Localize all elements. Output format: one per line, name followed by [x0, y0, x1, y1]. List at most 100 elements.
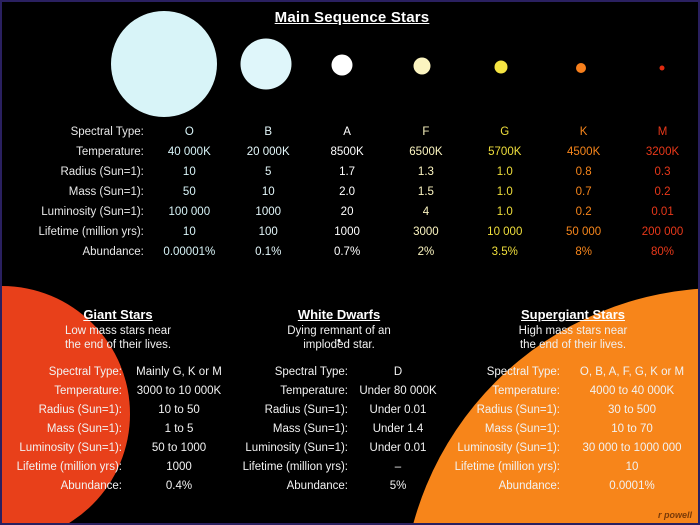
table-row: Abundance: 0.0001% [446, 477, 698, 496]
row-value: 0.4% [165, 480, 193, 492]
row-label: Spectral Type: [48, 366, 122, 378]
table-row: Lifetime (million yrs): 10 [446, 458, 698, 477]
panel-table-supergiant: Spectral Type: O, B, A, F, G, K or M Tempe… [446, 363, 698, 496]
cell-m: 0.2 [654, 186, 671, 198]
row-value: Under 0.01 [369, 404, 427, 416]
row-label: Lifetime (million yrs): [38, 226, 144, 238]
table-row: Abundance: 0.00001% 0.1% 0.7% 2% 3.5% 8% 80% [2, 242, 698, 262]
row-label: Radius (Sun=1): [264, 404, 348, 416]
cell-a: 8500K [330, 146, 364, 158]
cell-g: 5700K [488, 146, 522, 158]
row-label: Luminosity (Sun=1): [245, 442, 348, 454]
table-row: Mass (Sun=1): 10 to 70 [446, 420, 698, 439]
row-value: O, B, A, F, G, K or M [579, 366, 685, 378]
cell-o: 100 000 [168, 206, 211, 218]
page-title: Main Sequence Stars [274, 9, 430, 26]
row-label: Temperature: [54, 385, 122, 397]
row-value: – [394, 461, 402, 473]
table-row: Temperature: 4000 to 40 000K [446, 382, 698, 401]
panel-white-dwarfs: White Dwarfs Dying remnant of an implode… [234, 307, 444, 496]
panel-heading-white-dwarfs: White Dwarfs [297, 307, 381, 322]
cell-f: 1.5 [417, 186, 434, 198]
cell-f: 3000 [413, 226, 439, 238]
white-dwarf-illustration [337, 339, 341, 342]
cell-o: 10 [182, 226, 196, 238]
row-label: Mass (Sun=1): [68, 186, 144, 198]
cell-b: 1000 [255, 206, 282, 218]
table-row: Spectral Type: O B A F G K M [2, 122, 698, 142]
table-row: Radius (Sun=1): 30 to 500 [446, 401, 698, 420]
row-label: Mass (Sun=1): [46, 423, 122, 435]
panel-subtitle-giant: Low mass stars near the end of their liv… [4, 324, 232, 352]
cell-k: 0.2 [575, 206, 592, 218]
table-row: Spectral Type: D [234, 363, 444, 382]
row-value: 1 to 5 [164, 423, 194, 435]
star-g [494, 60, 508, 74]
row-label: Lifetime (million yrs): [454, 461, 560, 473]
panel-subtitle-line2: the end of their lives. [64, 339, 172, 351]
panel-subtitle-white-dwarfs: Dying remnant of an imploded star. [234, 324, 444, 352]
table-row: Abundance: 5% [234, 477, 444, 496]
cell-f: 2% [417, 246, 435, 258]
cell-g: 1.0 [496, 166, 513, 178]
table-row: Luminosity (Sun=1): 30 000 to 1000 000 [446, 439, 698, 458]
cell-f: 6500K [409, 146, 443, 158]
row-label: Luminosity (Sun=1): [457, 442, 560, 454]
table-row: Lifetime (million yrs): – [234, 458, 444, 477]
cell-b: B [264, 126, 273, 138]
table-row: Mass (Sun=1): 1 to 5 [4, 420, 232, 439]
cell-b: 0.1% [255, 246, 282, 258]
cell-o: 0.00001% [163, 246, 216, 258]
table-row: Abundance: 0.4% [4, 477, 232, 496]
cell-o: 40 000K [167, 146, 211, 158]
panel-table-white-dwarfs: Spectral Type: D Temperature: Under 80 000K… [234, 363, 444, 496]
row-label: Radius (Sun=1): [476, 404, 560, 416]
row-label: Radius (Sun=1): [60, 166, 144, 178]
cell-o: 10 [182, 166, 196, 178]
table-row: Radius (Sun=1): 10 to 50 [4, 401, 232, 420]
panel-supergiant-stars: Supergiant Stars High mass stars near th… [446, 307, 698, 496]
row-label: Spectral Type: [486, 366, 560, 378]
table-row: Temperature: 40 000K 20 000K 8500K 6500K 5700… [2, 142, 698, 162]
cell-a: A [343, 126, 351, 138]
cell-m: 200 000 [641, 226, 684, 238]
row-value: 5% [389, 480, 407, 492]
cell-k: 50 000 [566, 226, 602, 238]
cell-a: 0.7% [333, 246, 361, 258]
row-value: Under 80 000K [359, 385, 437, 397]
row-label: Mass (Sun=1): [272, 423, 348, 435]
cell-k: 0.7 [575, 186, 592, 198]
row-value: 3000 to 10 000K [136, 385, 222, 397]
row-label: Temperature: [280, 385, 348, 397]
cell-b: 10 [261, 186, 275, 198]
author-signature: r powell [657, 510, 692, 520]
cell-f: 1.3 [417, 166, 434, 178]
table-row: Luminosity (Sun=1): 100 000 1000 20 4 1.0 0.2 0… [2, 202, 698, 222]
row-label: Radius (Sun=1): [38, 404, 122, 416]
table-row: Mass (Sun=1): Under 1.4 [234, 420, 444, 439]
row-label: Spectral Type: [70, 126, 144, 138]
row-label: Spectral Type: [274, 366, 348, 378]
cell-k: 8% [575, 246, 592, 258]
row-label: Mass (Sun=1): [484, 423, 560, 435]
cell-a: 2.0 [339, 186, 356, 198]
cell-g: G [500, 126, 510, 138]
row-value: 10 to 50 [158, 404, 200, 416]
cell-o: O [184, 126, 194, 138]
star-b [240, 38, 292, 90]
table-row: Spectral Type: Mainly G, K or M [4, 363, 232, 382]
row-value: Under 1.4 [372, 423, 424, 435]
cell-g: 3.5% [491, 246, 518, 258]
row-value: D [393, 366, 403, 378]
star-a [331, 54, 353, 76]
table-row: Lifetime (million yrs): 10 100 1000 3000 10 0… [2, 222, 698, 242]
table-row: Lifetime (million yrs): 1000 [4, 458, 232, 477]
cell-m: 0.3 [654, 166, 671, 178]
main-sequence-table: Spectral Type: O B A F G K M Temperature: 40 000K… [2, 122, 698, 262]
cell-b: 20 000K [246, 146, 290, 158]
cell-b: 5 [265, 166, 272, 178]
table-row: Temperature: 3000 to 10 000K [4, 382, 232, 401]
cell-k: 0.8 [575, 166, 592, 178]
row-label: Temperature: [76, 146, 144, 158]
panel-heading-giant: Giant Stars [83, 307, 153, 322]
